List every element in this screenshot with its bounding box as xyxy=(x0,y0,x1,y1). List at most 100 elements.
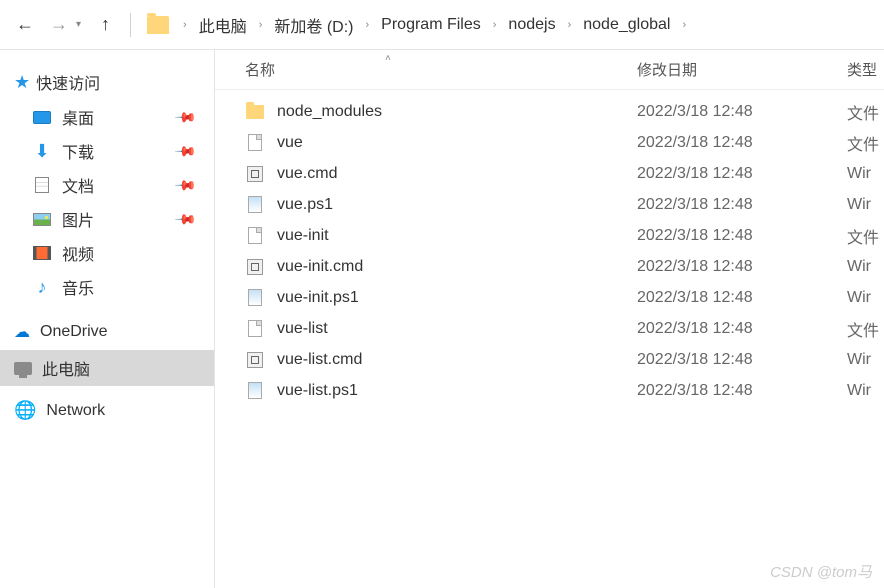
file-row[interactable]: vue-init2022/3/18 12:48文件 xyxy=(215,220,884,251)
column-headers: 名称˄ 修改日期 类型 xyxy=(215,50,884,90)
pin-icon: 📌 xyxy=(173,139,197,163)
file-name: vue-list.cmd xyxy=(277,351,637,369)
sidebar-item-downloads[interactable]: ⬇下载📌 xyxy=(0,134,214,168)
file-type: Wir xyxy=(847,258,871,276)
file-row[interactable]: vue-init.cmd2022/3/18 12:48Wir xyxy=(215,251,884,282)
ps1-icon xyxy=(248,382,262,399)
sidebar-item-music[interactable]: ♪音乐 xyxy=(0,270,214,304)
file-type: Wir xyxy=(847,289,871,307)
forward-button[interactable]: → xyxy=(50,14,68,35)
documents-icon xyxy=(35,177,49,193)
file-date: 2022/3/18 12:48 xyxy=(637,382,847,400)
crumb-drive[interactable]: 新加卷 (D:) xyxy=(270,13,357,37)
file-name: vue-init xyxy=(277,227,637,245)
file-row[interactable]: vue.cmd2022/3/18 12:48Wir xyxy=(215,158,884,189)
file-name: vue-init.cmd xyxy=(277,258,637,276)
network-icon: 🌐 xyxy=(14,400,36,421)
file-type: 文件 xyxy=(847,100,879,124)
file-date: 2022/3/18 12:48 xyxy=(637,351,847,369)
file-list-panel: 名称˄ 修改日期 类型 node_modules2022/3/18 12:48文… xyxy=(215,50,884,588)
file-date: 2022/3/18 12:48 xyxy=(637,258,847,276)
file-date: 2022/3/18 12:48 xyxy=(637,103,847,121)
sort-indicator-icon: ˄ xyxy=(385,53,391,64)
pin-icon: 📌 xyxy=(173,105,197,129)
chevron-right-icon[interactable]: › xyxy=(560,19,580,31)
file-name: node_modules xyxy=(277,103,637,121)
folder-icon xyxy=(246,105,264,119)
file-row[interactable]: vue-init.ps12022/3/18 12:48Wir xyxy=(215,282,884,313)
quick-access-items: 桌面📌 ⬇下载📌 文档📌 图片📌 视频 ♪音乐 xyxy=(0,96,214,308)
file-row[interactable]: node_modules2022/3/18 12:48文件 xyxy=(215,96,884,127)
crumb-nodejs[interactable]: nodejs xyxy=(504,16,559,34)
file-name: vue-list xyxy=(277,320,637,338)
column-date[interactable]: 修改日期 xyxy=(637,59,847,80)
file-row[interactable]: vue-list.cmd2022/3/18 12:48Wir xyxy=(215,344,884,375)
folder-icon xyxy=(147,16,169,34)
file-row[interactable]: vue2022/3/18 12:48文件 xyxy=(215,127,884,158)
file-list: node_modules2022/3/18 12:48文件vue2022/3/1… xyxy=(215,90,884,412)
file-date: 2022/3/18 12:48 xyxy=(637,320,847,338)
history-dropdown-icon[interactable]: ▾ xyxy=(76,19,81,30)
file-row[interactable]: vue.ps12022/3/18 12:48Wir xyxy=(215,189,884,220)
sidebar-item-onedrive[interactable]: ☁OneDrive xyxy=(0,308,214,346)
cmd-icon xyxy=(247,259,263,275)
crumb-nodeglobal[interactable]: node_global xyxy=(579,16,674,34)
file-icon xyxy=(248,320,262,337)
main: ★ 快速访问 桌面📌 ⬇下载📌 文档📌 图片📌 视频 ♪音乐 ☁OneDrive… xyxy=(0,50,884,588)
chevron-right-icon[interactable]: › xyxy=(485,19,505,31)
chevron-right-icon[interactable]: › xyxy=(674,19,694,31)
file-date: 2022/3/18 12:48 xyxy=(637,165,847,183)
sidebar-item-network[interactable]: 🌐Network xyxy=(0,386,214,425)
file-type: Wir xyxy=(847,382,871,400)
file-type: Wir xyxy=(847,196,871,214)
file-type: 文件 xyxy=(847,224,879,248)
up-button[interactable]: ↑ xyxy=(101,14,110,35)
file-row[interactable]: vue-list2022/3/18 12:48文件 xyxy=(215,313,884,344)
download-icon: ⬇ xyxy=(32,143,52,159)
file-name: vue-list.ps1 xyxy=(277,382,637,400)
desktop-icon xyxy=(33,111,51,124)
sidebar: ★ 快速访问 桌面📌 ⬇下载📌 文档📌 图片📌 视频 ♪音乐 ☁OneDrive… xyxy=(0,50,215,588)
quick-access-label: 快速访问 xyxy=(36,70,100,94)
crumb-pc[interactable]: 此电脑 xyxy=(195,13,251,37)
file-name: vue.cmd xyxy=(277,165,637,183)
pin-icon: 📌 xyxy=(173,207,197,231)
file-row[interactable]: vue-list.ps12022/3/18 12:48Wir xyxy=(215,375,884,406)
back-button[interactable]: ← xyxy=(16,14,34,35)
file-type: Wir xyxy=(847,351,871,369)
column-name[interactable]: 名称˄ xyxy=(245,59,637,80)
file-name: vue.ps1 xyxy=(277,196,637,214)
column-type[interactable]: 类型 xyxy=(847,59,884,80)
file-type: 文件 xyxy=(847,131,879,155)
chevron-right-icon[interactable]: › xyxy=(358,19,378,31)
file-date: 2022/3/18 12:48 xyxy=(637,134,847,152)
pin-icon: 📌 xyxy=(173,173,197,197)
sidebar-item-videos[interactable]: 视频 xyxy=(0,236,214,270)
video-icon xyxy=(33,246,51,260)
sidebar-item-desktop[interactable]: 桌面📌 xyxy=(0,100,214,134)
file-icon xyxy=(248,227,262,244)
onedrive-icon: ☁ xyxy=(14,322,30,342)
watermark: CSDN @tom马 xyxy=(770,561,872,582)
sidebar-item-this-pc[interactable]: 此电脑 xyxy=(0,350,214,386)
file-date: 2022/3/18 12:48 xyxy=(637,227,847,245)
pictures-icon xyxy=(33,213,51,226)
file-date: 2022/3/18 12:48 xyxy=(637,196,847,214)
sidebar-item-pictures[interactable]: 图片📌 xyxy=(0,202,214,236)
cmd-icon xyxy=(247,352,263,368)
file-name: vue-init.ps1 xyxy=(277,289,637,307)
crumb-programfiles[interactable]: Program Files xyxy=(377,16,485,34)
file-date: 2022/3/18 12:48 xyxy=(637,289,847,307)
chevron-right-icon[interactable]: › xyxy=(175,19,195,31)
file-type: 文件 xyxy=(847,317,879,341)
breadcrumb[interactable]: › 此电脑 › 新加卷 (D:) › Program Files › nodej… xyxy=(143,9,876,41)
file-name: vue xyxy=(277,134,637,152)
quick-access-header[interactable]: ★ 快速访问 xyxy=(0,68,214,96)
ps1-icon xyxy=(248,196,262,213)
sidebar-item-documents[interactable]: 文档📌 xyxy=(0,168,214,202)
star-icon: ★ xyxy=(14,72,30,93)
nav-arrows: ← → ▾ ↑ xyxy=(8,14,118,35)
pc-icon xyxy=(14,362,32,375)
file-type: Wir xyxy=(847,165,871,183)
chevron-right-icon[interactable]: › xyxy=(251,19,271,31)
